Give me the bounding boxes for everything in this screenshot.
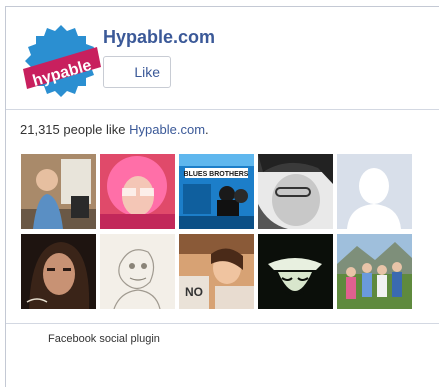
fan-face-2[interactable]	[100, 154, 175, 229]
like-button-label: Like	[134, 64, 160, 80]
fan-face-default[interactable]	[337, 154, 412, 229]
divider	[6, 109, 439, 110]
page-name-link[interactable]: Hypable.com	[103, 27, 215, 48]
fan-face-8[interactable]: NO	[179, 234, 254, 309]
fan-count-period: .	[205, 122, 209, 137]
fan-face-3[interactable]: BLUES BROTHERS	[179, 154, 254, 229]
fan-count-line: 21,315 people like Hypable.com.	[20, 122, 209, 137]
facebook-social-plugin-label[interactable]: Facebook social plugin	[48, 333, 160, 345]
fan-count: 21,315	[20, 122, 60, 137]
fan-avatar-1	[21, 154, 96, 229]
fan-face-6[interactable]	[21, 234, 96, 309]
fan-count-text: people like	[59, 122, 130, 137]
fan-faces-grid: BLUES BROTHERS NO	[21, 154, 431, 309]
fan-avatar-6	[21, 234, 96, 309]
like-box-header: hypable Hypable.com Like	[6, 7, 439, 110]
fan-face-3-caption: BLUES BROTHERS	[184, 171, 249, 178]
fan-face-4[interactable]	[258, 154, 333, 229]
svg-text:NO: NO	[185, 285, 203, 299]
like-box-widget: hypable Hypable.com Like 21,315 people l…	[5, 6, 439, 387]
fan-avatar-9	[258, 234, 333, 309]
fan-face-9[interactable]	[258, 234, 333, 309]
page-logo[interactable]: hypable	[21, 23, 101, 103]
fan-avatar-7	[100, 234, 175, 309]
fan-avatar-3: BLUES BROTHERS	[179, 154, 254, 229]
fan-avatar-10	[337, 234, 412, 309]
fan-avatar-8: NO	[179, 234, 254, 309]
fan-avatar-4	[258, 154, 333, 229]
fan-face-7[interactable]	[100, 234, 175, 309]
default-profile-silhouette-icon	[337, 154, 412, 229]
fan-face-10[interactable]	[337, 234, 412, 309]
fan-avatar-2	[100, 154, 175, 229]
hypable-logo-icon: hypable	[23, 25, 101, 97]
divider	[6, 323, 439, 324]
fan-face-1[interactable]	[21, 154, 96, 229]
like-button[interactable]: Like	[103, 56, 171, 88]
fan-page-link[interactable]: Hypable.com	[129, 122, 205, 137]
